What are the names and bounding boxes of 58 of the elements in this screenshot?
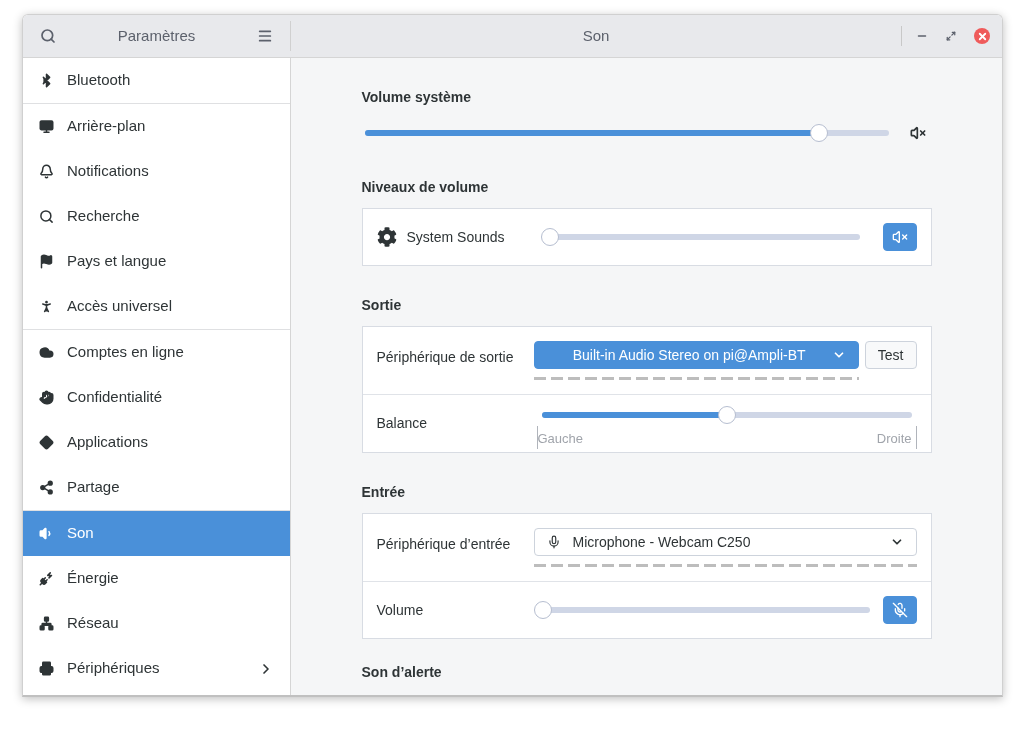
section-heading: Sortie [361,296,403,314]
cloud-icon [39,345,54,360]
section-heading: Entrée [361,483,407,501]
row-label: Périphérique de sortie [376,348,515,367]
sidebar-item[interactable]: Comptes en ligne [23,330,290,375]
restore-button[interactable] [946,31,956,41]
search-icon [39,209,54,224]
speaker-muted-icon [909,125,926,141]
section-heading: Niveaux de volume [361,178,490,196]
row-label: Balance [376,414,429,433]
sidebar-item[interactable]: Notifications [23,149,290,194]
row-label: System Sounds [406,227,506,247]
menu-icon [257,28,273,44]
close-icon [976,30,988,42]
sidebar-item[interactable]: Arrière-plan [23,104,290,149]
search-button[interactable] [40,28,56,44]
menu-button[interactable] [257,28,273,44]
sidebar-item[interactable]: Recherche [23,194,290,239]
sidebar-item[interactable]: Partage [23,465,290,510]
bell-icon [39,164,54,179]
search-icon [40,28,56,44]
monitor-icon [39,119,54,134]
sidebar-item[interactable]: Réseau [23,601,290,646]
slider-thumb[interactable] [533,601,552,619]
person-icon [39,299,54,314]
section-heading: Son d’alerte [361,663,443,681]
network-icon [39,616,54,631]
row-label: Périphérique d’entrée [376,535,512,554]
sidebar-item[interactable]: Confidentialité [23,375,290,420]
gear-icon [376,227,397,247]
scale-label: Gauche [536,426,584,449]
diamond-icon [39,435,54,450]
device-dropdown[interactable]: Microphone - Webcam C250 [533,528,917,556]
mute-button[interactable] [882,596,917,624]
speaker-muted-icon [891,229,908,245]
slider-thumb[interactable] [540,228,559,246]
sidebar-item[interactable]: Accès universel [23,284,290,329]
microphone-muted-icon [891,602,908,618]
row-label: Volume [376,600,425,620]
sidebar-title: Paramètres [116,25,197,46]
mute-button[interactable] [882,223,917,251]
section-heading: Volume système [361,88,472,106]
window-title: Son [581,25,611,46]
scale-label: Droite [876,426,917,449]
sidebar-item[interactable]: Énergie [23,556,290,601]
plug-icon [39,571,54,586]
close-button[interactable] [974,28,990,44]
slider-thumb[interactable] [717,406,736,425]
sidebar-item[interactable]: Applications [23,420,290,465]
flag-icon [39,254,54,269]
slider-thumb[interactable] [810,124,828,142]
test-button[interactable]: Test [864,341,917,369]
sidebar-item[interactable]: Pays et langue [23,239,290,284]
restore-icon [946,31,956,41]
share-icon [39,480,54,495]
microphone-icon [546,535,561,549]
sidebar-item[interactable]: Bluetooth [23,58,290,103]
sidebar-item[interactable]: Périphériques [23,646,290,691]
